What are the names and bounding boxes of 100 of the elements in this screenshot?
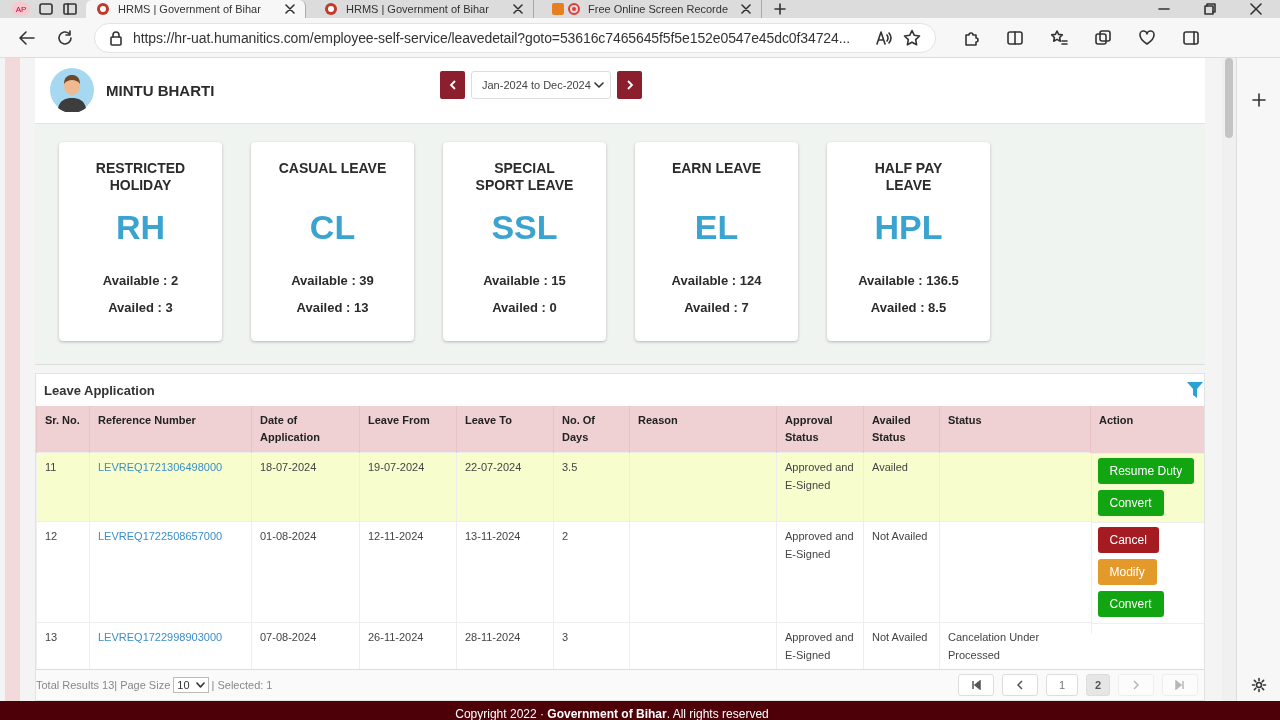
tab-title: HRMS | Government of Bihar <box>346 3 490 15</box>
add-icon[interactable] <box>1251 93 1266 107</box>
table-cell: 12 <box>45 530 58 542</box>
new-tab-icon[interactable] <box>774 3 786 15</box>
page-size-dropdown[interactable]: 10 <box>173 677 209 693</box>
reference-link[interactable]: LEVREQ1722508657000 <box>98 530 223 542</box>
column-header: Leave To <box>456 406 554 453</box>
close-icon[interactable] <box>513 4 523 14</box>
column-header: Availed Status <box>863 406 940 453</box>
period-dropdown[interactable]: Jan-2024 to Dec-2024 <box>471 71 611 100</box>
available-count: Available : 124 <box>671 271 762 290</box>
page-button[interactable]: 1 <box>1045 674 1078 696</box>
site-icon <box>324 2 338 16</box>
leave-code: SSL <box>491 207 558 247</box>
table-cell: Cancelation Under Processed <box>948 631 1040 661</box>
favorites-icon[interactable] <box>1050 28 1068 47</box>
refresh-icon[interactable] <box>56 28 74 47</box>
table-cell: 18-07-2024 <box>260 461 317 473</box>
availed-count: Availed : 3 <box>108 298 173 317</box>
availed-count: Availed : 7 <box>684 298 749 317</box>
table-cell: Approved and E-Signed <box>785 631 854 661</box>
table-cell: 11 <box>45 461 57 473</box>
avatar-icon <box>50 68 94 113</box>
column-header: Action <box>1090 406 1204 453</box>
caret-icon <box>594 82 604 89</box>
leave-code: CL <box>309 207 356 247</box>
reference-link[interactable]: LEVREQ1721306498000 <box>98 461 223 473</box>
available-count: Available : 15 <box>483 271 566 290</box>
action-button[interactable]: Cancel <box>1097 526 1159 553</box>
next-period-button[interactable] <box>617 71 642 100</box>
table-row[interactable]: 11 LEVREQ1721306498000 18-07-2024 19-07-2024 22-07-2024 3.5 Approved and E-Signed Availed Resume Duty Convert <box>36 452 1204 522</box>
column-header: Sr. No. <box>36 406 90 453</box>
table-cell: 3.5 <box>562 461 578 473</box>
tab-title: Free Online Screen Recorde <box>588 3 729 15</box>
tabs-icon[interactable] <box>62 2 78 16</box>
column-header: Reference Number <box>89 406 252 453</box>
chevron-right-icon <box>1131 680 1141 690</box>
scrollbar-thumb[interactable] <box>1225 58 1233 138</box>
table-cell: 19-07-2024 <box>368 461 425 473</box>
profile-avatar[interactable]: AP <box>12 2 30 16</box>
employee-name: MINTU BHARTI <box>106 81 215 99</box>
recorder-icon <box>552 2 580 16</box>
split-screen-icon[interactable] <box>1006 28 1024 47</box>
table-cell: 12-11-2024 <box>368 530 424 542</box>
last-page-icon <box>1175 680 1185 690</box>
table-cell: 26-11-2024 <box>368 631 424 643</box>
leave-type-title: RESTRICTED HOLIDAY <box>94 159 187 194</box>
heart-icon[interactable] <box>1138 28 1156 47</box>
close-icon[interactable] <box>285 4 295 14</box>
table-cell: 01-08-2024 <box>260 530 317 542</box>
restore-icon[interactable] <box>1204 3 1216 15</box>
back-icon[interactable] <box>18 28 36 47</box>
table-cell: Not Availed <box>872 631 928 643</box>
availed-count: Availed : 13 <box>296 298 369 317</box>
collections-icon[interactable] <box>1094 28 1112 47</box>
table-cell: 13 <box>45 631 58 643</box>
table-cell: 28-11-2024 <box>465 631 521 643</box>
table-row[interactable]: 12 LEVREQ1722508657000 01-08-2024 12-11-2024 13-11-2024 2 Approved and E-Signed Not Availed Cancel Modify Convert <box>36 521 1204 623</box>
read-aloud-icon[interactable] <box>875 29 893 46</box>
lock-icon <box>109 29 123 46</box>
close-icon[interactable] <box>1250 3 1262 15</box>
leave-type-title: SPECIAL SPORT LEAVE <box>474 159 575 194</box>
total-results: Total Results 13| <box>36 679 118 691</box>
settings-icon[interactable] <box>1250 677 1267 693</box>
table-cell: Not Availed <box>872 530 928 542</box>
filter-icon[interactable] <box>1186 381 1204 399</box>
leave-code: RH <box>115 207 166 247</box>
sidebar-icon[interactable] <box>1182 28 1200 47</box>
address-field[interactable]: https://hr-uat.humanitics.com/employee-self-service/leavedetail?goto=53616c7465645f5f5e152e0547e45dc0f34724... <box>94 22 936 53</box>
column-header: Date of Application <box>251 406 360 453</box>
column-header: Leave From <box>359 406 457 453</box>
page-size-label: Page Size <box>120 679 171 691</box>
page-button[interactable]: 2 <box>1086 674 1110 696</box>
column-header: Approval Status <box>776 406 864 453</box>
chevron-right-icon <box>625 80 634 91</box>
column-header: No. Of Days <box>553 406 630 453</box>
table-cell: Approved and E-Signed <box>785 530 854 560</box>
available-count: Available : 136.5 <box>858 271 959 290</box>
first-page-icon <box>970 680 981 690</box>
column-header: Reason <box>629 406 777 453</box>
browser-tab[interactable]: HRMS | Government of Bihar <box>86 0 306 18</box>
section-title: Leave Application <box>44 382 155 398</box>
leave-code: HPL <box>874 207 943 247</box>
table-cell: 22-07-2024 <box>465 461 522 473</box>
first-page-button[interactable] <box>957 674 994 696</box>
site-icon <box>96 2 110 16</box>
tab-actions-icon[interactable] <box>38 2 54 16</box>
available-count: Available : 39 <box>291 271 374 290</box>
favorite-icon[interactable] <box>903 28 921 47</box>
copyright-text: Copyright 2022 · Government of Bihar. All rights reserved <box>455 707 769 720</box>
availed-count: Availed : 8.5 <box>870 298 947 317</box>
previous-period-button[interactable] <box>440 71 465 100</box>
availed-count: Availed : 0 <box>492 298 557 317</box>
close-icon[interactable] <box>741 4 751 14</box>
leave-type-title: HALF PAY LEAVE <box>873 159 944 194</box>
table-cell: Availed <box>872 461 908 473</box>
column-header: Status <box>939 406 1091 453</box>
chevron-left-icon <box>1014 680 1025 690</box>
available-count: Available : 2 <box>102 271 179 290</box>
reference-link[interactable]: LEVREQ1722998903000 <box>98 631 223 643</box>
